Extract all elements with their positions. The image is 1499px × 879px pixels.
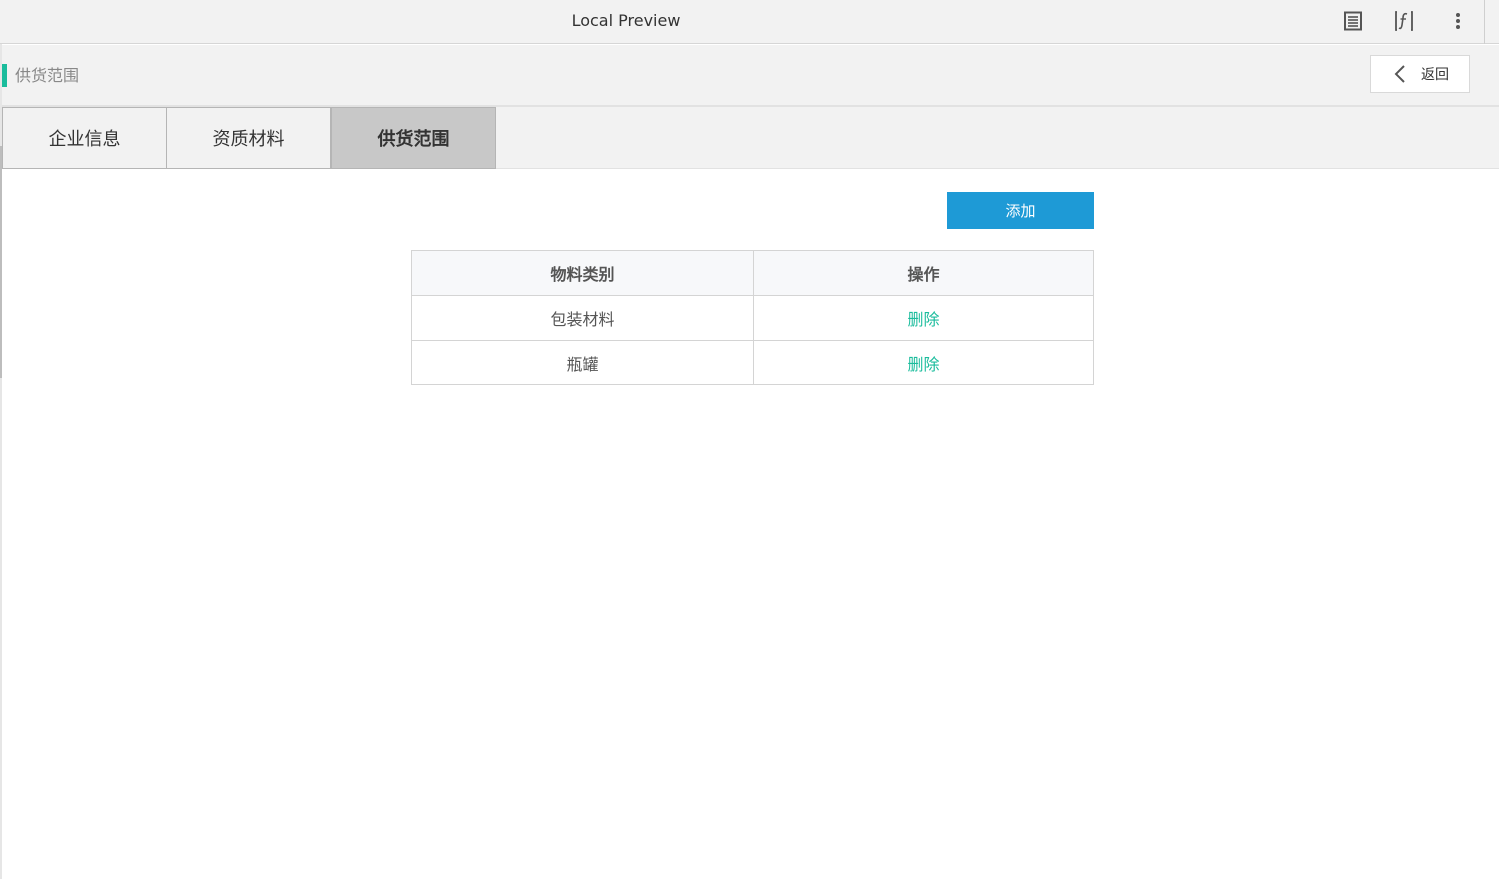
table-row: 瓶罐 删除 xyxy=(412,341,1093,384)
add-button[interactable]: 添加 xyxy=(947,192,1094,229)
table-row: 包装材料 删除 xyxy=(412,296,1093,341)
window-titlebar: Local Preview xyxy=(0,0,1499,44)
action-cell: 删除 xyxy=(753,341,1093,384)
frame-left-shade xyxy=(0,146,2,378)
document-list-icon[interactable] xyxy=(1341,9,1365,33)
back-button[interactable]: 返回 xyxy=(1370,55,1470,93)
supply-scope-table: 物料类别 操作 包装材料 删除 瓶罐 删除 xyxy=(411,250,1094,385)
titlebar-divider xyxy=(1484,0,1485,44)
tab-qualification-docs[interactable]: 资质材料 xyxy=(166,107,331,169)
header-accent-bar xyxy=(2,64,7,87)
variable-fx-icon[interactable] xyxy=(1392,9,1416,33)
chevron-left-icon xyxy=(1393,64,1407,84)
delete-link[interactable]: 删除 xyxy=(907,351,939,375)
window-title: Local Preview xyxy=(571,11,681,30)
tab-strip: 企业信息 资质材料 供货范围 xyxy=(2,107,1499,169)
tab-supply-scope[interactable]: 供货范围 xyxy=(331,107,496,169)
more-vertical-icon[interactable] xyxy=(1446,9,1470,33)
back-button-label: 返回 xyxy=(1421,67,1449,83)
tab-company-info[interactable]: 企业信息 xyxy=(2,107,167,169)
category-cell: 瓶罐 xyxy=(566,354,599,374)
delete-link[interactable]: 删除 xyxy=(907,306,939,330)
column-header-category: 物料类别 xyxy=(550,265,615,284)
action-cell: 删除 xyxy=(753,296,1093,340)
page-header: 供货范围 返回 xyxy=(2,45,1499,107)
column-header-action: 操作 xyxy=(753,251,1093,295)
category-cell: 包装材料 xyxy=(550,310,615,329)
page-title: 供货范围 xyxy=(15,66,80,85)
table-header-row: 物料类别 操作 xyxy=(412,251,1093,296)
